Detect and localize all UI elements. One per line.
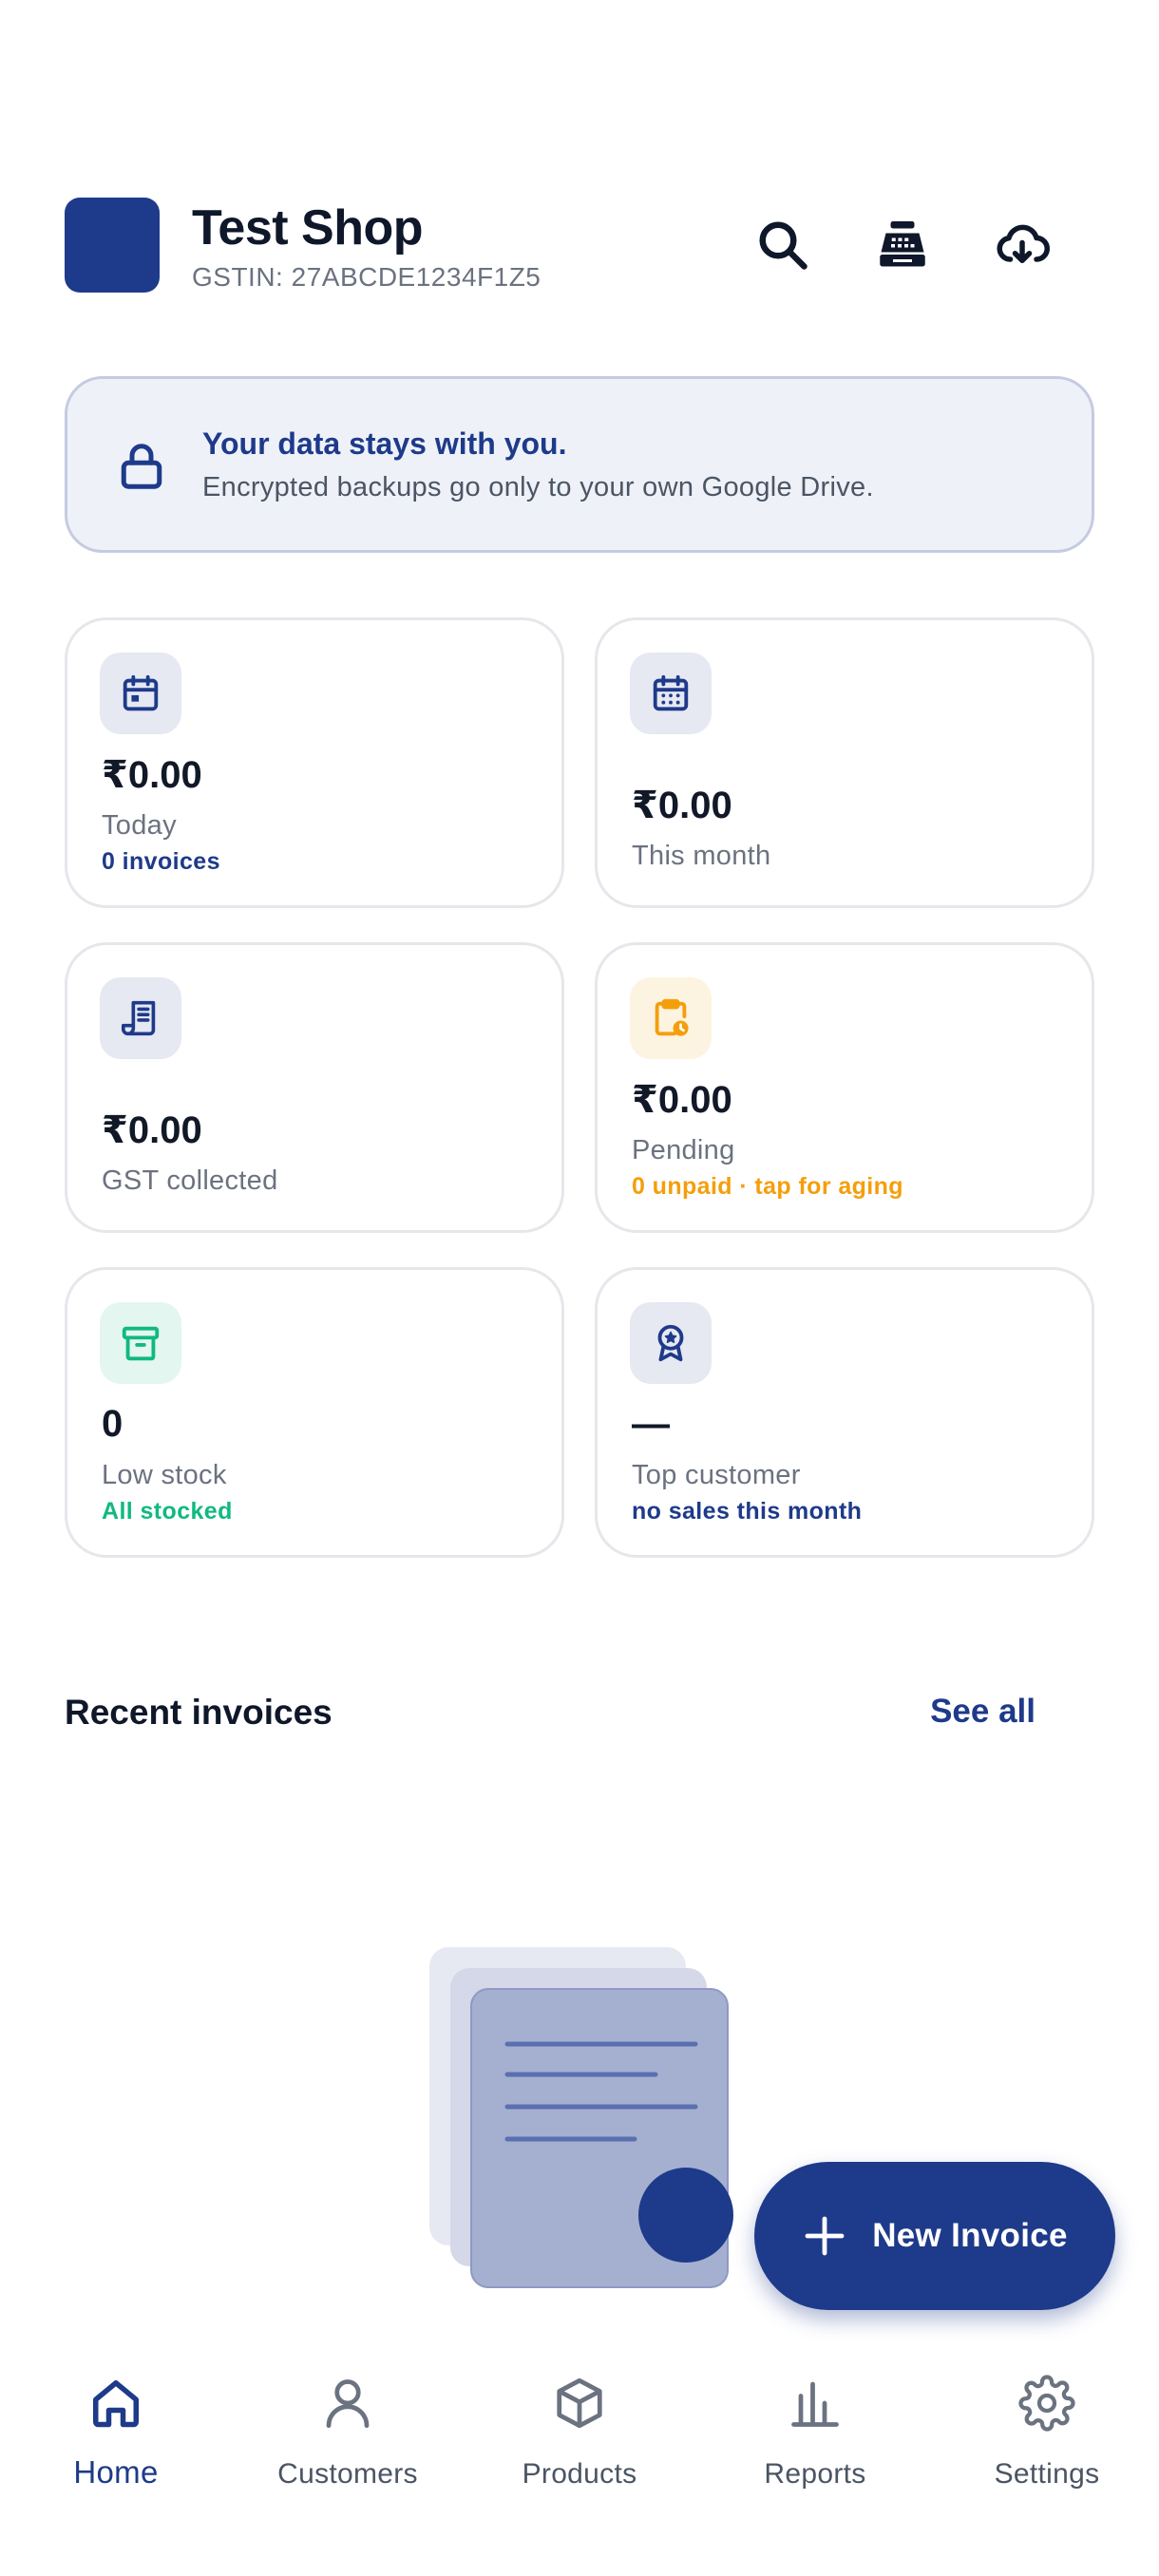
new-invoice-button[interactable]: New Invoice	[754, 2162, 1115, 2310]
nav-label: Customers	[277, 2458, 418, 2490]
nav-label: Home	[73, 2454, 159, 2490]
gear-icon	[1018, 2375, 1075, 2432]
bottom-navigation: Home Customers Products Reports Settings	[0, 2346, 1159, 2576]
stat-label: Top customer	[632, 1460, 801, 1490]
stat-value: ₹0.00	[632, 1079, 732, 1121]
nav-home[interactable]: Home	[11, 2375, 220, 2517]
award-badge-icon	[630, 1302, 712, 1384]
recent-invoices-title: Recent invoices	[65, 1693, 332, 1732]
nav-label: Products	[522, 2458, 637, 2490]
nav-label: Reports	[764, 2458, 866, 2490]
app-header: Test Shop GSTIN: 27ABCDE1234F1Z5	[65, 198, 1094, 296]
stat-value: 0	[102, 1403, 124, 1445]
stat-label: Today	[102, 810, 177, 841]
stat-subtext: 0 invoices	[102, 848, 220, 875]
nav-products[interactable]: Products	[475, 2375, 684, 2517]
nav-label: Settings	[994, 2458, 1100, 2490]
stat-label: This month	[632, 841, 771, 871]
nav-settings[interactable]: Settings	[942, 2375, 1151, 2517]
calendar-month-icon	[630, 653, 712, 734]
stat-label: Low stock	[102, 1460, 227, 1490]
stat-subtext: 0 unpaid · tap for aging	[632, 1173, 903, 1200]
nav-customers[interactable]: Customers	[243, 2375, 452, 2517]
empty-invoices-illustration	[429, 1947, 733, 2288]
person-icon	[326, 2379, 370, 2429]
stat-value: —	[632, 1403, 670, 1445]
stat-card-top-customer[interactable]: — Top customer no sales this month	[595, 1267, 1094, 1558]
stat-card-gst[interactable]: ₹0.00 GST collected	[65, 942, 564, 1233]
nav-reports[interactable]: Reports	[711, 2375, 920, 2517]
box-icon	[557, 2377, 602, 2429]
plus-icon	[805, 2216, 845, 2256]
stat-card-today[interactable]: ₹0.00 Today 0 invoices	[65, 617, 564, 908]
cash-register-icon[interactable]	[868, 211, 937, 279]
lock-icon	[121, 444, 162, 489]
shop-logo[interactable]	[65, 198, 160, 293]
home-icon	[93, 2380, 139, 2428]
stat-label: GST collected	[102, 1165, 278, 1196]
stat-card-month[interactable]: ₹0.00 This month	[595, 617, 1094, 908]
stat-value: ₹0.00	[102, 1109, 202, 1151]
banner-title: Your data stays with you.	[202, 426, 567, 461]
see-all-link[interactable]: See all	[930, 1693, 1036, 1731]
new-invoice-label: New Invoice	[872, 2217, 1068, 2254]
calendar-day-icon	[100, 653, 181, 734]
stat-card-pending[interactable]: ₹0.00 Pending 0 unpaid · tap for aging	[595, 942, 1094, 1233]
banner-subtitle: Encrypted backups go only to your own Go…	[202, 472, 874, 502]
stat-label: Pending	[632, 1135, 735, 1165]
shop-name: Test Shop	[192, 200, 423, 256]
stat-subtext: All stocked	[102, 1498, 233, 1525]
privacy-banner: Your data stays with you. Encrypted back…	[65, 376, 1094, 553]
stat-value: ₹0.00	[102, 754, 202, 796]
home-screen: Test Shop GSTIN: 27ABCDE1234F1Z5 Your da…	[0, 0, 1159, 2576]
search-icon[interactable]	[749, 211, 817, 279]
stat-value: ₹0.00	[632, 785, 732, 826]
clipboard-clock-icon	[630, 977, 712, 1059]
receipt-icon	[100, 977, 181, 1059]
stat-card-low-stock[interactable]: 0 Low stock All stocked	[65, 1267, 564, 1558]
shop-gstin: GSTIN: 27ABCDE1234F1Z5	[192, 262, 542, 292]
bar-chart-icon	[791, 2381, 839, 2427]
cloud-download-icon[interactable]	[988, 211, 1056, 279]
archive-box-icon	[100, 1302, 181, 1384]
stat-subtext: no sales this month	[632, 1498, 863, 1525]
